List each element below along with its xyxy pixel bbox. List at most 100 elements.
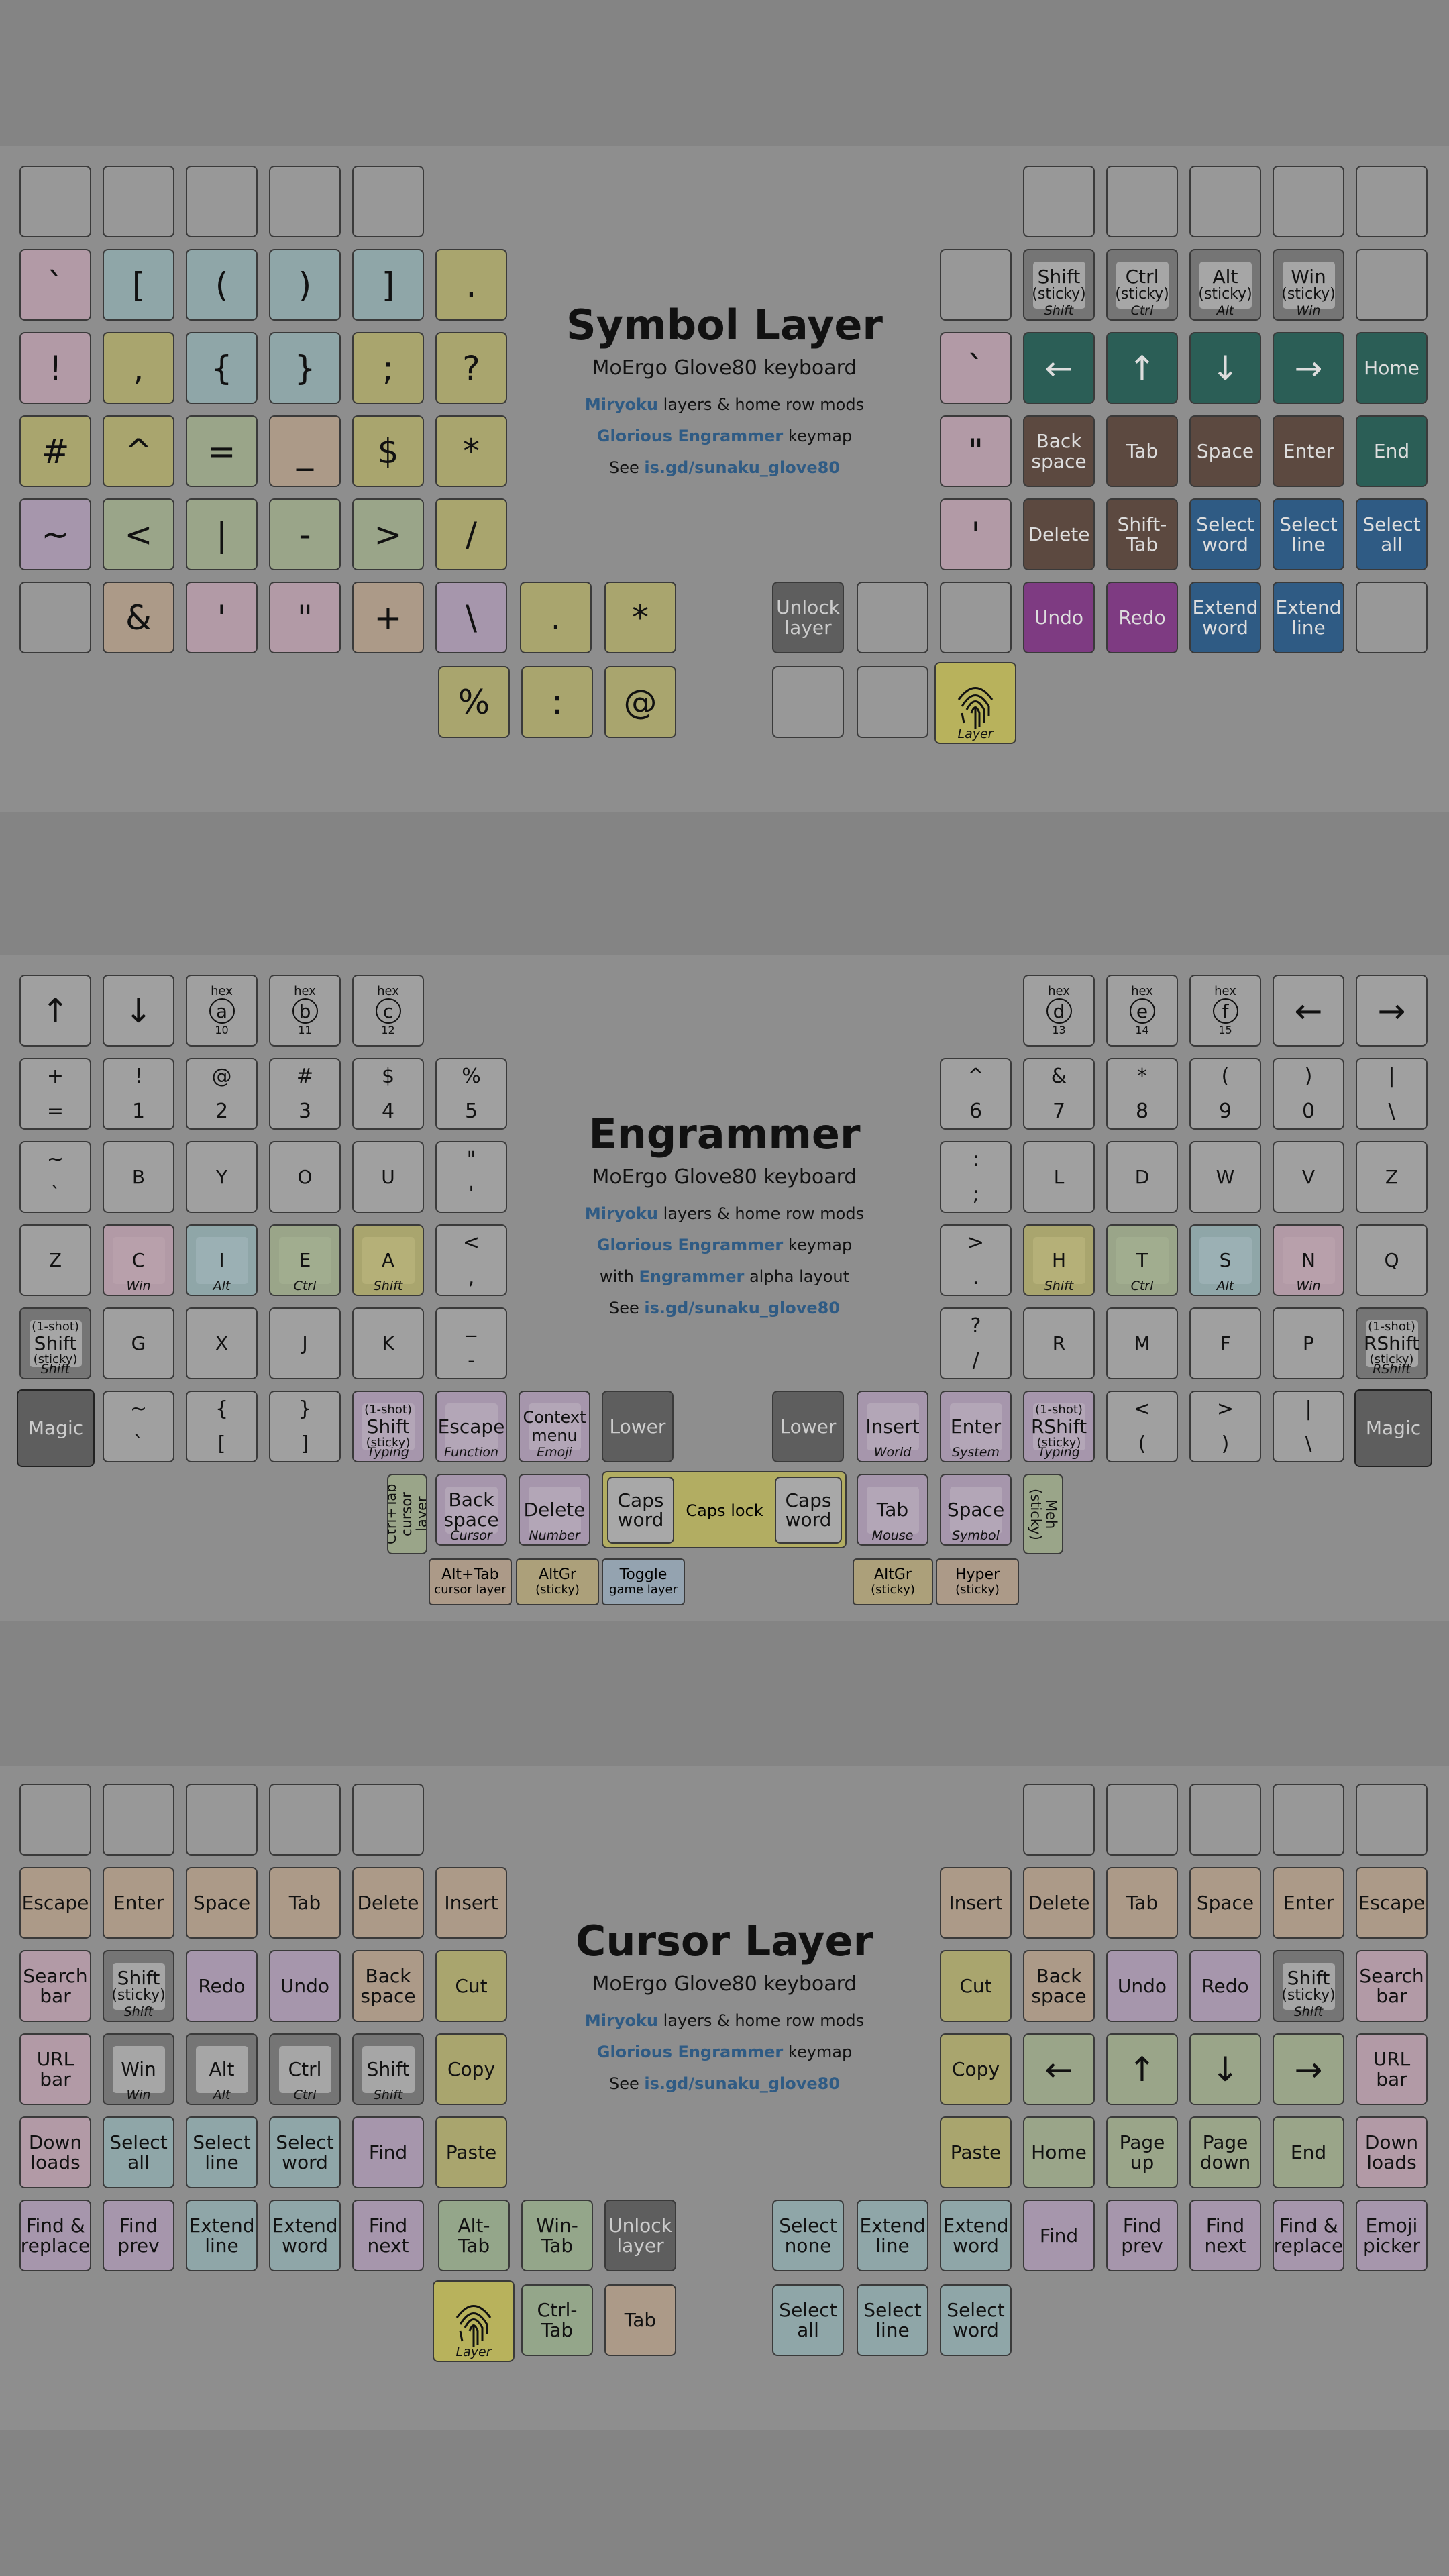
key-g[interactable]: G: [103, 1307, 174, 1379]
engrammer-link[interactable]: Glorious Engrammer: [597, 427, 784, 445]
key-shift[interactable]: Shift Shift: [352, 2033, 424, 2105]
key-home[interactable]: Home: [1356, 332, 1428, 404]
key-underscore-minus[interactable]: _ -: [435, 1307, 507, 1379]
key-select-word-right[interactable]: Select word: [940, 2284, 1012, 2356]
key-blank[interactable]: [186, 1784, 258, 1856]
key-shift-typing[interactable]: (1-shot) Shift (sticky) Typing: [352, 1391, 424, 1462]
key-rbrace-rbracket[interactable]: }]: [269, 1391, 341, 1462]
key-search-bar-right[interactable]: Search bar: [1356, 1950, 1428, 2022]
key-win-tab[interactable]: Win- Tab: [521, 2200, 593, 2271]
key-grave[interactable]: `: [19, 249, 91, 321]
key-insert-right[interactable]: Insert: [940, 1867, 1012, 1939]
key-lbracket[interactable]: [: [103, 249, 174, 321]
key-dollar[interactable]: $: [352, 415, 424, 487]
key-alt-tab-cursor[interactable]: Alt+Tab cursor layer: [429, 1558, 512, 1605]
key-lower-right[interactable]: Lower: [772, 1391, 844, 1462]
key-less[interactable]: <: [103, 498, 174, 570]
key-tilde[interactable]: ~: [19, 498, 91, 570]
key-end[interactable]: End: [1356, 415, 1428, 487]
key-u[interactable]: U: [352, 1141, 424, 1213]
key-greater-rparen[interactable]: >): [1189, 1391, 1261, 1462]
key-paste[interactable]: Paste: [435, 2116, 507, 2188]
key-blank[interactable]: [940, 582, 1012, 653]
engrammer-alpha-link[interactable]: Engrammer: [639, 1267, 745, 1286]
key-at[interactable]: @: [604, 666, 676, 738]
key-pipe-backslash[interactable]: | \: [1356, 1058, 1428, 1130]
key-rshift-oneshot[interactable]: (1-shot) RShift (sticky) RShift: [1356, 1307, 1428, 1379]
key-escape-right[interactable]: Escape: [1356, 1867, 1428, 1939]
key-d[interactable]: D: [1106, 1141, 1178, 1213]
key-space[interactable]: Space: [186, 1867, 258, 1939]
key-r[interactable]: R: [1023, 1307, 1095, 1379]
key-up-arrow[interactable]: ↑: [19, 975, 91, 1046]
key-blank[interactable]: [772, 666, 844, 738]
key-tab-thumb[interactable]: Tab: [604, 2284, 676, 2356]
key-colon-semicolon[interactable]: :;: [940, 1141, 1012, 1213]
key-question-slash[interactable]: ? /: [940, 1307, 1012, 1379]
key-altgr-left[interactable]: AltGr (sticky): [516, 1558, 599, 1605]
miryoku-link[interactable]: Miryoku: [585, 2011, 658, 2030]
key-5[interactable]: % 5: [435, 1058, 507, 1130]
key-t-ctrl[interactable]: T Ctrl: [1106, 1224, 1178, 1296]
key-blank[interactable]: [19, 1784, 91, 1856]
key-m[interactable]: M: [1106, 1307, 1178, 1379]
key-left-arrow[interactable]: ←: [1023, 332, 1095, 404]
key-magic-left[interactable]: Magic: [17, 1389, 95, 1467]
key-space-right[interactable]: Space: [1189, 1867, 1261, 1939]
key-blank[interactable]: [103, 1784, 174, 1856]
key-e-ctrl[interactable]: E Ctrl: [269, 1224, 341, 1296]
key-0[interactable]: ) 0: [1273, 1058, 1344, 1130]
key-1[interactable]: ! 1: [103, 1058, 174, 1130]
key-enter[interactable]: Enter: [103, 1867, 174, 1939]
key-a-shift[interactable]: A Shift: [352, 1224, 424, 1296]
key-right-arrow[interactable]: →: [1273, 2033, 1344, 2105]
key-page-down[interactable]: Page down: [1189, 2116, 1261, 2188]
key-blank[interactable]: [352, 1784, 424, 1856]
miryoku-link[interactable]: Miryoku: [585, 395, 658, 414]
key-blank[interactable]: [857, 666, 928, 738]
key-question[interactable]: ?: [435, 332, 507, 404]
key-c-win[interactable]: C Win: [103, 1224, 174, 1296]
key-cut[interactable]: Cut: [435, 1950, 507, 2022]
key-b[interactable]: B: [103, 1141, 174, 1213]
key-double-quote[interactable]: ": [269, 582, 341, 653]
key-layer-fingerprint[interactable]: Layer: [433, 2280, 515, 2362]
key-paste-right[interactable]: Paste: [940, 2116, 1012, 2188]
key-quote[interactable]: " ': [435, 1141, 507, 1213]
key-blank[interactable]: [1189, 1784, 1261, 1856]
key-rshift-typing[interactable]: (1-shot) RShift (sticky) Typing: [1023, 1391, 1095, 1462]
key-alt-tab[interactable]: Alt- Tab: [438, 2200, 510, 2271]
engrammer-link[interactable]: Glorious Engrammer: [597, 1236, 784, 1254]
key-2[interactable]: @2: [186, 1058, 258, 1130]
key-tab-right[interactable]: Tab: [1106, 1867, 1178, 1939]
key-blank[interactable]: [1023, 1784, 1095, 1856]
key-delete[interactable]: Delete: [352, 1867, 424, 1939]
key-tab-mouse[interactable]: Tab Mouse: [857, 1474, 928, 1546]
key-shift-oneshot[interactable]: (1-shot) Shift (sticky) Shift: [19, 1307, 91, 1379]
key-toggle-game[interactable]: Toggle game layer: [602, 1558, 685, 1605]
key-apostrophe[interactable]: ': [186, 582, 258, 653]
key-tab[interactable]: Tab: [269, 1867, 341, 1939]
key-home[interactable]: Home: [1023, 2116, 1095, 2188]
key-hex-c[interactable]: hex c 12: [352, 975, 424, 1046]
key-blank[interactable]: [1023, 166, 1095, 237]
key-blank[interactable]: [19, 582, 91, 653]
key-insert[interactable]: Insert: [435, 1867, 507, 1939]
key-6[interactable]: ^ 6: [940, 1058, 1012, 1130]
key-s-alt[interactable]: S Alt: [1189, 1224, 1261, 1296]
key-less-comma[interactable]: <,: [435, 1224, 507, 1296]
key-j[interactable]: J: [269, 1307, 341, 1379]
key-8[interactable]: * 8: [1106, 1058, 1178, 1130]
key-blank[interactable]: [1356, 582, 1428, 653]
key-lparen[interactable]: (: [186, 249, 258, 321]
key-shift-tab[interactable]: Shift- Tab: [1106, 498, 1178, 570]
key-shift-sticky[interactable]: Shift (sticky) Shift: [1023, 249, 1095, 321]
key-k[interactable]: K: [352, 1307, 424, 1379]
key-blank[interactable]: [1106, 1784, 1178, 1856]
key-extend-word-right[interactable]: Extend word: [940, 2200, 1012, 2271]
key-select-word[interactable]: Select word: [1189, 498, 1261, 570]
key-dot[interactable]: .: [435, 249, 507, 321]
key-exclamation[interactable]: !: [19, 332, 91, 404]
key-magic-right[interactable]: Magic: [1354, 1389, 1432, 1467]
key-undo[interactable]: Undo: [269, 1950, 341, 2022]
